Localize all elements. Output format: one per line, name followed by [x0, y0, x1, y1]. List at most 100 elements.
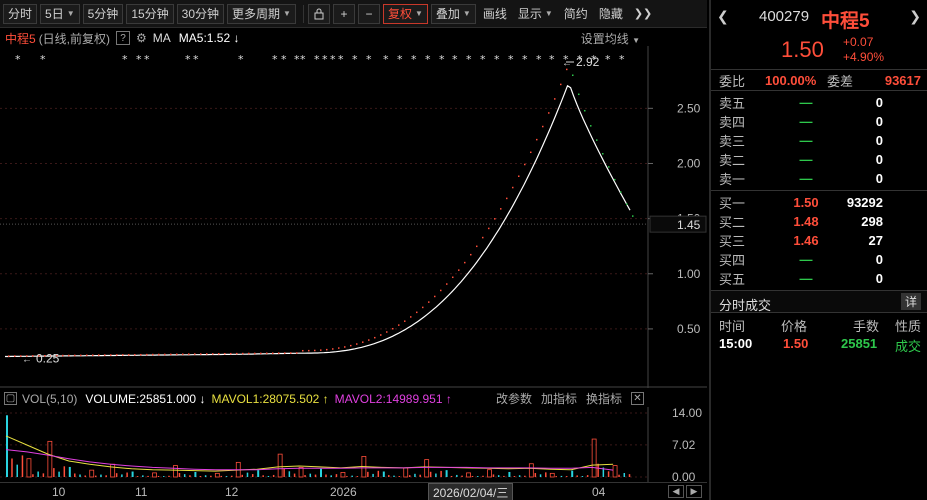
plus-icon[interactable]: +	[332, 3, 355, 24]
ask-row[interactable]: 卖四 — 0	[711, 112, 927, 131]
volume-bar	[545, 472, 547, 477]
price-point	[92, 354, 94, 356]
display-dropdown[interactable]: 显示 ▼	[514, 4, 557, 24]
price-point	[602, 153, 604, 155]
price-point	[320, 349, 322, 351]
level-qty: 298	[861, 214, 883, 229]
draw-line-button[interactable]: 画线	[479, 4, 511, 24]
detail-button[interactable]: 详	[901, 293, 921, 310]
set-ma-button[interactable]: 设置均线 ▼	[581, 30, 640, 47]
level-qty: 0	[875, 133, 883, 148]
double-chevron-right-icon[interactable]: ❯❯	[630, 4, 656, 24]
lock-icon[interactable]	[307, 3, 330, 24]
volume-bar	[408, 475, 411, 477]
simple-button[interactable]: 简约	[560, 4, 592, 24]
price-point	[524, 163, 526, 166]
volume-bar	[131, 471, 134, 477]
bid-row[interactable]: 买三 1.46 27	[711, 231, 927, 250]
bid-row[interactable]: 买二 1.48 298	[711, 212, 927, 231]
volume-bar	[231, 475, 233, 477]
price-point	[122, 354, 124, 356]
ask-row[interactable]: 卖二 — 0	[711, 150, 927, 169]
price-point	[278, 352, 280, 354]
period-tab[interactable]: 30分钟	[176, 3, 225, 24]
table-row: 15:00 1.50 25851 成交	[711, 333, 927, 354]
price-point	[446, 283, 448, 285]
period-tab[interactable]: 更多周期 ▼	[227, 3, 296, 24]
event-star-icon: *	[439, 53, 445, 66]
price-point	[368, 339, 370, 341]
volume-bar	[199, 475, 202, 477]
level-price: —	[799, 171, 813, 186]
volume-bar	[220, 475, 223, 477]
volume-tick-label: 14.00	[672, 407, 702, 420]
minus-icon[interactable]: −	[357, 3, 380, 24]
period-tab[interactable]: 分时	[3, 3, 38, 24]
level-qty: 0	[875, 171, 883, 186]
volume-bar	[618, 474, 620, 477]
volume-bar	[262, 475, 264, 477]
minimize-icon[interactable]: ▢	[4, 392, 17, 405]
volume-bar	[612, 465, 618, 478]
ask-row[interactable]: 卖三 — 0	[711, 131, 927, 150]
ma5-line	[4, 84, 631, 358]
price-point	[632, 215, 634, 217]
chevron-down-icon: ▼	[283, 9, 291, 18]
price-tick-label: 2.00	[677, 156, 701, 170]
event-star-icon: *	[238, 53, 244, 66]
event-star-icon: *	[619, 53, 625, 66]
ask-row[interactable]: 卖五 — 0	[711, 93, 927, 112]
close-icon[interactable]: ✕	[631, 392, 644, 405]
price-point	[152, 353, 154, 356]
stock-name[interactable]: 中程5	[5, 30, 36, 47]
price-point	[476, 245, 478, 248]
chevron-left-icon[interactable]: ◀	[668, 485, 684, 498]
volume-bar	[105, 475, 107, 477]
volume-bar	[277, 453, 283, 478]
ma5-text: MA5:1.52	[178, 31, 231, 45]
period-tab[interactable]: 5日 ▼	[40, 3, 80, 24]
event-star-icon: *	[452, 53, 458, 66]
price-point	[452, 276, 454, 279]
volume-bar	[461, 475, 463, 477]
switch-indicator-button[interactable]: 换指标	[586, 390, 622, 407]
volume-bar	[508, 471, 511, 477]
period-tab-label: 5日	[45, 7, 64, 21]
gear-icon[interactable]: ⚙	[136, 31, 147, 45]
adjust-dropdown[interactable]: 复权 ▼	[382, 3, 428, 24]
bid-row[interactable]: 买一 1.50 93292	[711, 193, 927, 212]
bid-row[interactable]: 买四 — 0	[711, 250, 927, 269]
ask-row[interactable]: 卖一 — 0	[711, 169, 927, 188]
help-icon[interactable]: ?	[116, 31, 131, 45]
volume-chart[interactable]: 14.00 7.02 0.00	[0, 407, 707, 482]
chevron-right-icon[interactable]: ❯	[909, 8, 921, 25]
price-point	[482, 236, 484, 239]
price-point	[500, 208, 502, 210]
event-star-icon: *	[466, 53, 472, 66]
price-point	[584, 109, 586, 112]
weicha-value: 93617	[884, 72, 921, 88]
price-point	[314, 349, 316, 352]
volume-bar	[560, 475, 563, 477]
chevron-right-icon[interactable]: ▶	[686, 485, 702, 498]
chevron-left-icon[interactable]: ❮	[717, 8, 729, 25]
quote-panel: ❮ 400279 中程5 ❯ 1.50 +0.07 +4.90% 委比 100.…	[709, 0, 927, 500]
edit-params-button[interactable]: 改参数	[496, 390, 532, 407]
add-indicator-button[interactable]: 加指标	[541, 390, 577, 407]
price-point	[194, 353, 196, 355]
price-point	[230, 352, 232, 355]
hide-button[interactable]: 隐藏	[595, 4, 627, 24]
period-tabs: 分时 5日 ▼ 5分钟 15分钟 30分钟 更多周期 ▼	[3, 3, 299, 24]
stock-name: 中程5	[821, 11, 870, 32]
volume-bar	[37, 471, 39, 477]
bid-row[interactable]: 买五 — 0	[711, 269, 927, 288]
period-tab[interactable]: 15分钟	[126, 3, 174, 24]
overlay-dropdown[interactable]: 叠加 ▼	[430, 3, 476, 24]
price-point	[362, 341, 364, 343]
price-chart[interactable]: 2.502.001.501.000.501.452.92←←0.25******…	[0, 46, 707, 388]
volume-bar	[100, 474, 102, 477]
period-tab[interactable]: 5分钟	[82, 3, 124, 24]
level-qty: 93292	[846, 195, 883, 210]
period-tab-label: 15分钟	[131, 7, 169, 21]
price-point	[104, 354, 106, 356]
